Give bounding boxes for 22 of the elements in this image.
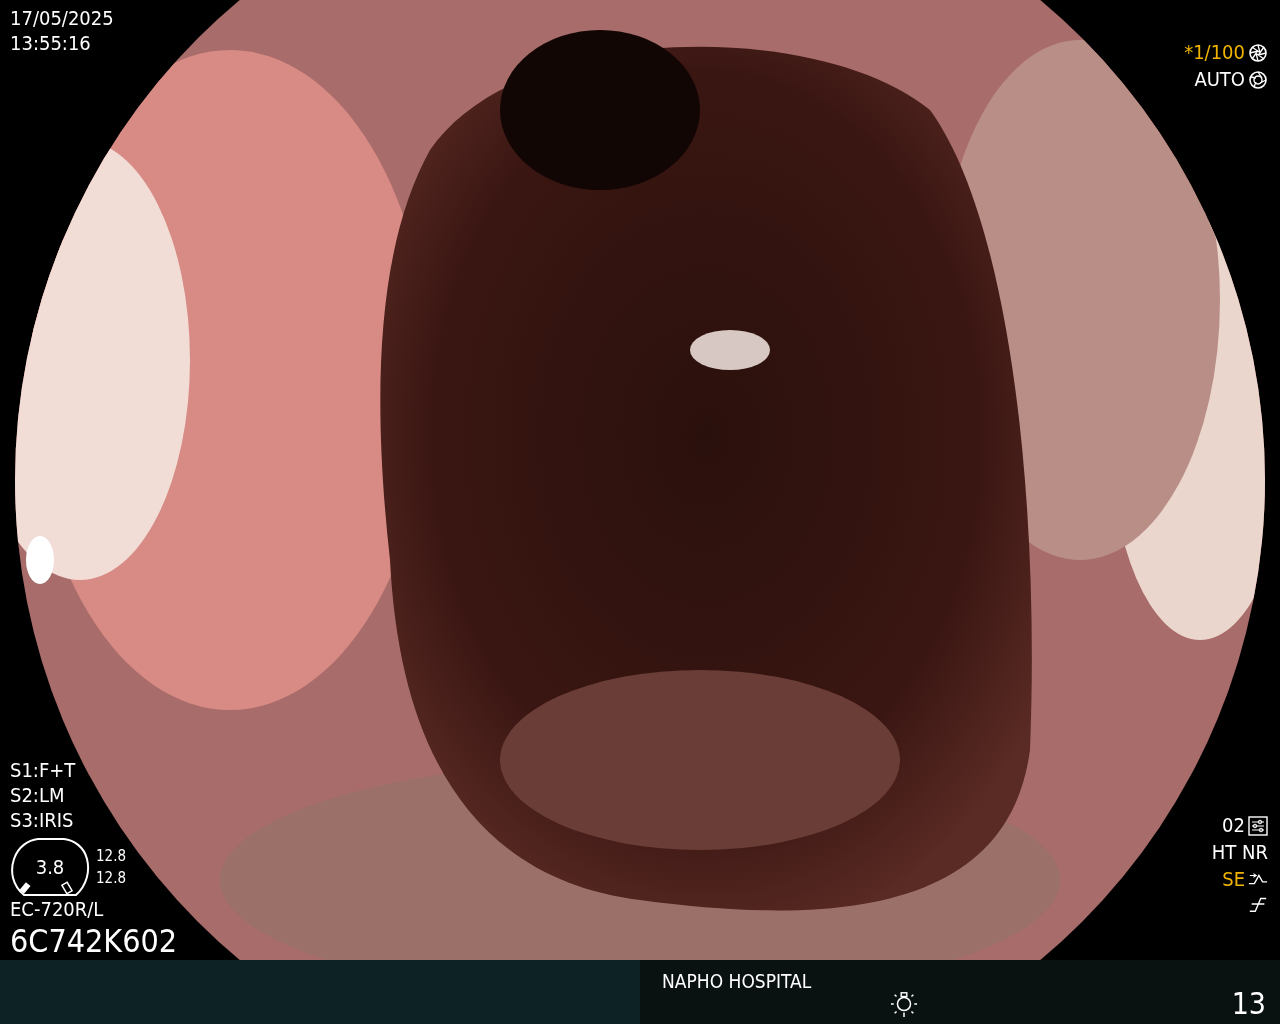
enhance-label: SE [1222,867,1245,892]
scope-model: EC-720R/L [10,897,105,922]
time-text: 13:55:16 [10,31,92,56]
gauge-reading: 12.8 [96,846,127,867]
hospital-name: NAPHO HOSPITAL [662,970,812,992]
gauge-value: 3.8 [35,855,65,879]
image-counter: 13 [1231,986,1266,1021]
switch-label: S2:LM [10,783,66,808]
aperture-icon [1248,42,1268,63]
date-text: 17/05/2025 [10,6,115,31]
aperture-icon [1248,69,1268,90]
noise-reduction-label: HT NR [1211,840,1268,865]
preset-number: 02 [1222,813,1245,838]
switch-label: S3:IRIS [10,808,75,833]
shutter-speed: *1/100 [1184,40,1245,65]
scope-gauge-icon [10,837,90,897]
switch-label: S1:F+T [10,758,77,783]
scope-serial: 6C742K602 [10,922,178,960]
light-bulb-icon [890,990,918,1018]
iris-mode: AUTO [1194,67,1245,92]
gauge-reading: 12.8 [96,868,127,889]
sliders-icon [1248,815,1268,836]
